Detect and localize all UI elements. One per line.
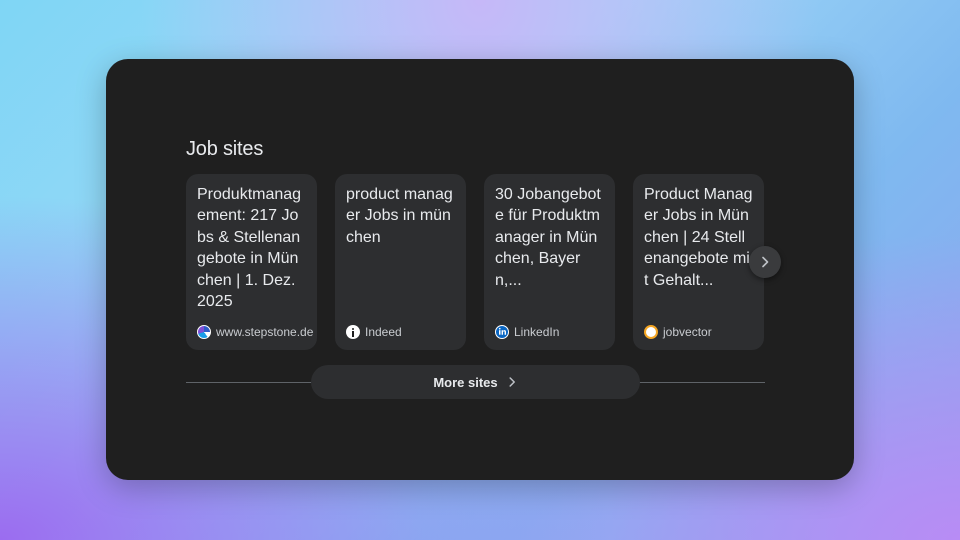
card-title: product manager Jobs in münchen bbox=[346, 186, 453, 246]
card-source: www.stepstone.de bbox=[197, 325, 313, 339]
stepstone-favicon-icon bbox=[197, 325, 211, 339]
card-source: LinkedIn bbox=[495, 325, 559, 339]
card-source-label: Indeed bbox=[365, 325, 402, 339]
card-title: Product Manager Jobs in München | 24 Ste… bbox=[644, 186, 753, 289]
job-sites-panel: Job sites Produktmanagement: 217 Jobs & … bbox=[106, 59, 854, 480]
carousel-next-button[interactable] bbox=[749, 246, 781, 278]
card-title: Produktmanagement: 217 Jobs & Stellenang… bbox=[197, 186, 302, 311]
indeed-favicon-icon bbox=[346, 325, 360, 339]
card-source: Indeed bbox=[346, 325, 402, 339]
job-site-card-jobvector[interactable]: Product Manager Jobs in München | 24 Ste… bbox=[633, 174, 764, 350]
more-sites-label: More sites bbox=[433, 374, 498, 390]
job-site-card-linkedin[interactable]: 30 Jobangebote für Produktmanager in Mün… bbox=[484, 174, 615, 350]
job-site-card-stepstone[interactable]: Produktmanagement: 217 Jobs & Stellenang… bbox=[186, 174, 317, 350]
jobvector-favicon-icon bbox=[644, 325, 658, 339]
chevron-right-icon bbox=[506, 376, 518, 388]
linkedin-glyph-icon bbox=[498, 327, 506, 335]
card-source-label: jobvector bbox=[663, 325, 712, 339]
card-title: 30 Jobangebote für Produktmanager in Mün… bbox=[495, 186, 601, 289]
card-source-label: LinkedIn bbox=[514, 325, 560, 339]
linkedin-favicon-icon bbox=[495, 325, 509, 339]
section-title: Job sites bbox=[186, 138, 264, 160]
card-source: jobvector bbox=[644, 325, 712, 339]
job-site-card-indeed[interactable]: product manager Jobs in münchen Indeed bbox=[335, 174, 466, 350]
chevron-right-icon bbox=[762, 256, 769, 268]
card-source-label: www.stepstone.de bbox=[216, 325, 314, 339]
more-sites-button[interactable]: More sites bbox=[311, 365, 640, 399]
